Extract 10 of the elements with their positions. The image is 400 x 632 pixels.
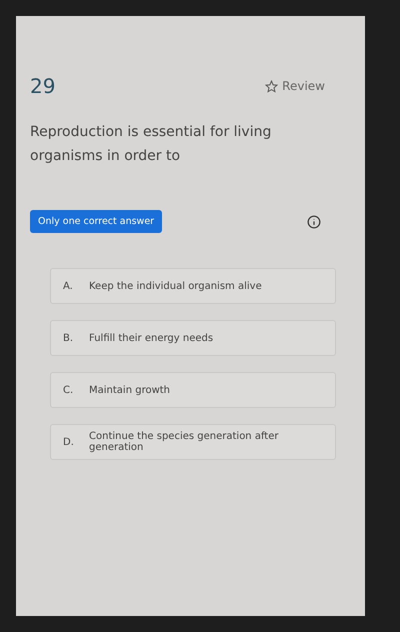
question-text: Reproduction is essential for living organisms in order to [30,123,272,166]
star-icon [265,80,278,92]
answer-type-badge: Only one correct answer [30,210,162,233]
answer-option[interactable]: D. Continue the species generation after generation [50,424,336,460]
answer-option[interactable]: A. Keep the individual organism alive [50,268,336,304]
answer-option[interactable]: C. Maintain growth [50,372,336,408]
question-number: 29 [30,74,56,98]
answer-option[interactable]: B. Fulfill their energy needs [50,320,336,356]
review-button[interactable]: Review [265,79,325,93]
info-icon[interactable] [307,214,321,228]
